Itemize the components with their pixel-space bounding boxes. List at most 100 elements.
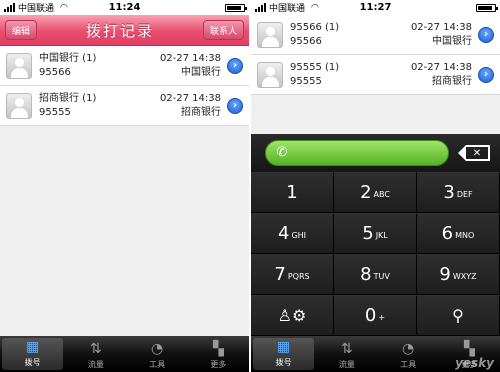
key-digit: 1 <box>286 182 298 203</box>
tab-traffic[interactable]: ⇅ 流量 <box>316 336 377 372</box>
tab-label: 拨号 <box>24 358 41 367</box>
signal-icon <box>255 3 266 12</box>
record-name: 招商银行 (1) <box>39 92 97 104</box>
tab-tools[interactable]: ◔ 工具 <box>378 336 439 372</box>
key-2[interactable]: 2 ABC <box>334 172 417 213</box>
record-date: 02-27 14:38 <box>159 52 221 64</box>
traffic-icon: ⇅ <box>341 341 353 357</box>
tools-icon: ◔ <box>402 341 415 357</box>
key-letters: JKL <box>375 231 388 240</box>
key-0[interactable]: 0 + <box>334 295 417 336</box>
contact-settings-icon: ♙⚙ <box>277 306 307 325</box>
call-button[interactable]: ✆ <box>265 140 449 166</box>
key-3[interactable]: 3 DEF <box>417 172 500 213</box>
tab-dialpad[interactable]: ▦ 拨号 <box>253 338 315 370</box>
tab-label: 流量 <box>87 360 104 369</box>
key-8[interactable]: 8 TUV <box>334 254 417 295</box>
call-log-screen: 中国联通 ◠ 11:24 编辑 拨打记录 联系人 中国银行 (1) 95566 … <box>0 0 249 372</box>
record-number-count: 95555 (1) <box>290 61 340 73</box>
record-number-count: 95566 (1) <box>290 21 340 33</box>
avatar-icon <box>257 21 283 48</box>
record-name: 中国银行 (1) <box>39 52 97 64</box>
battery-icon <box>476 3 498 12</box>
key-grid: 1 2 ABC 3 DEF 4 GHI 5 JKL 6 MNO 7 PQRS 8 TUV 9W… <box>251 172 500 336</box>
tab-label: 流量 <box>338 360 355 369</box>
key-1[interactable]: 1 <box>251 172 334 213</box>
tab-bar: ▦ 拨号 ⇅ 流量 ◔ 工具 ▚ 更多 <box>0 336 249 372</box>
key-letters: MNO <box>455 231 475 240</box>
backspace-icon[interactable]: ✕ <box>458 145 490 161</box>
search-icon: ⚲ <box>452 306 464 325</box>
more-icon: ▚ <box>463 341 475 357</box>
tab-label: 工具 <box>149 360 166 369</box>
key-letters: DEF <box>456 190 473 199</box>
detail-disclosure-icon[interactable]: › <box>227 57 243 74</box>
tab-traffic[interactable]: ⇅ 流量 <box>65 336 126 372</box>
record-number: 95555 <box>39 106 71 118</box>
tab-label: 工具 <box>400 360 417 369</box>
call-record-row[interactable]: 95566 (1) 95566 02-27 14:38 中国银行 › <box>251 15 500 55</box>
more-icon: ▚ <box>212 341 224 357</box>
key-letters: GHI <box>291 231 307 240</box>
key-letters: ABC <box>373 190 390 199</box>
key-letters: WXYZ <box>452 272 477 281</box>
record-bank: 中国银行 <box>432 35 472 47</box>
tab-dialpad[interactable]: ▦ 拨号 <box>2 338 64 370</box>
battery-icon <box>225 3 247 12</box>
carrier-label: 中国联通 <box>18 4 55 14</box>
record-number: 95566 <box>290 35 322 47</box>
detail-disclosure-icon[interactable]: › <box>478 26 494 43</box>
key-digit: 8 <box>360 264 372 285</box>
call-record-row[interactable]: 中国银行 (1) 95566 02-27 14:38 中国银行 › <box>0 46 249 86</box>
screenshot-comparison: 中国联通 ◠ 11:24 编辑 拨打记录 联系人 中国银行 (1) 95566 … <box>0 0 500 372</box>
key-4[interactable]: 4 GHI <box>251 213 334 254</box>
record-bank: 招商银行 <box>181 106 221 118</box>
key-letters: + <box>378 313 386 322</box>
edit-button[interactable]: 编辑 <box>5 20 38 40</box>
wifi-icon: ◠ <box>60 2 68 13</box>
record-bank: 中国银行 <box>181 66 221 78</box>
key-letters: TUV <box>373 272 390 281</box>
record-number: 95555 <box>290 75 322 87</box>
record-date: 02-27 14:38 <box>410 21 472 33</box>
tools-icon: ◔ <box>151 341 164 357</box>
contact-settings-key[interactable]: ♙⚙ <box>251 295 334 336</box>
contacts-button[interactable]: 联系人 <box>202 20 244 40</box>
key-letters: PQRS <box>287 272 310 281</box>
key-5[interactable]: 5 JKL <box>334 213 417 254</box>
keypad: ✆ ✕ 1 2 ABC 3 DEF 4 GHI 5 JKL 6 MNO 7 PQRS 8 TU… <box>251 134 500 336</box>
tab-label: 拨号 <box>275 358 292 367</box>
avatar-icon <box>6 92 32 119</box>
record-bank: 招商银行 <box>432 75 472 87</box>
search-key[interactable]: ⚲ <box>417 295 500 336</box>
key-digit: 3 <box>443 182 455 203</box>
detail-disclosure-icon[interactable]: › <box>227 97 243 114</box>
key-digit: 7 <box>274 264 286 285</box>
detail-disclosure-icon[interactable]: › <box>478 66 494 83</box>
status-bar: 中国联通 ◠ 11:24 <box>0 0 249 15</box>
tab-label: 更多 <box>210 360 227 369</box>
tab-more[interactable]: ▚ 更多 <box>188 336 249 372</box>
dialpad-icon: ▦ <box>26 339 40 355</box>
key-6[interactable]: 6 MNO <box>417 213 500 254</box>
carrier-label: 中国联通 <box>269 4 306 14</box>
avatar-icon <box>6 52 32 79</box>
key-digit: 2 <box>360 182 372 203</box>
record-number: 95566 <box>39 66 71 78</box>
call-bar: ✆ ✕ <box>251 134 500 172</box>
call-record-row[interactable]: 招商银行 (1) 95555 02-27 14:38 招商银行 › <box>0 86 249 126</box>
traffic-icon: ⇅ <box>90 341 102 357</box>
tab-tools[interactable]: ◔ 工具 <box>127 336 188 372</box>
key-7[interactable]: 7 PQRS <box>251 254 334 295</box>
key-digit: 9 <box>439 264 451 285</box>
key-digit: 5 <box>362 223 374 244</box>
key-digit: 4 <box>277 223 290 244</box>
phone-icon: ✆ <box>276 145 288 160</box>
page-title: 拨打记录 <box>85 21 154 40</box>
dialer-screen: 中国联通 ◠ 11:27 95566 (1) 95566 02-27 14:38… <box>251 0 500 372</box>
record-date: 02-27 14:38 <box>410 61 472 73</box>
avatar-icon <box>257 61 283 88</box>
key-9[interactable]: 9 WXYZ <box>417 254 500 295</box>
call-record-row[interactable]: 95555 (1) 95555 02-27 14:38 招商银行 › <box>251 55 500 95</box>
dialpad-icon: ▦ <box>277 339 291 355</box>
